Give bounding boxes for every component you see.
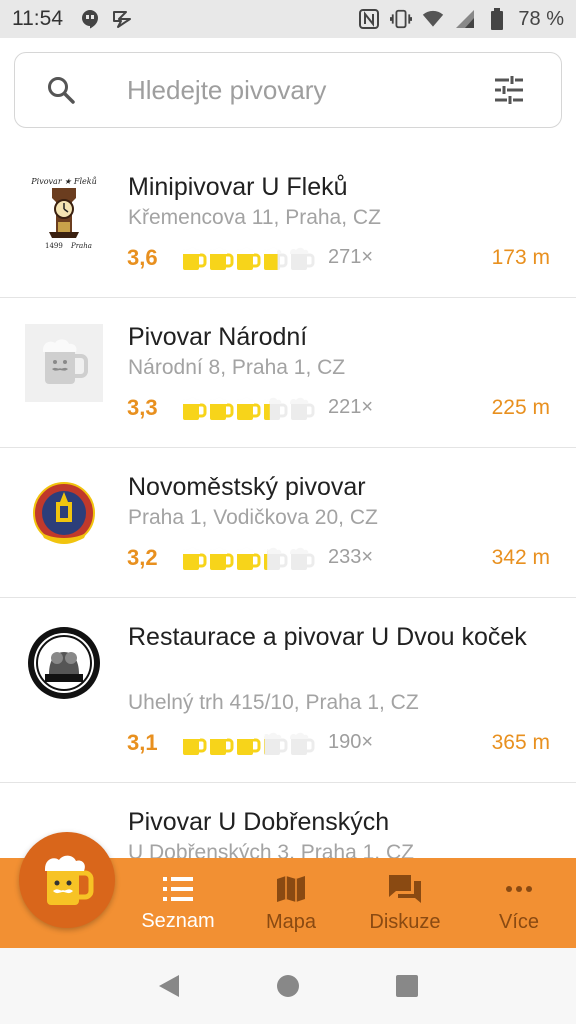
battery-icon — [486, 8, 508, 30]
nfc-icon — [358, 8, 380, 30]
brewery-name: Pivovar Národní — [128, 323, 308, 351]
system-navigation-bar — [0, 948, 576, 1024]
recents-icon[interactable] — [387, 966, 427, 1006]
list-icon — [163, 876, 193, 901]
svg-text:Praha: Praha — [70, 242, 92, 250]
brewery-name: Novoměstský pivovar — [128, 473, 366, 501]
beer-mug-rating-icon — [290, 732, 315, 755]
rating-count: 190× — [328, 731, 374, 753]
nav-label-vice: Více — [498, 910, 540, 933]
brewery-name: Minipivovar U Fleků — [128, 173, 348, 201]
notification-app-icon — [111, 8, 133, 30]
rating-mugs — [181, 246, 315, 272]
brewery-list: Pivovar ★ Fleků 1499 Praha Minipivovar U… — [0, 148, 576, 858]
beer-mug-rating-icon — [182, 547, 207, 570]
brewery-address: U Dobřenských 3, Praha 1, CZ — [128, 841, 414, 858]
status-bar: 11:54 78 % — [0, 0, 576, 38]
rating-value: 3,1 — [127, 730, 158, 755]
beer-mug-rating-icon — [263, 732, 288, 755]
nav-tab-diskuze[interactable]: Diskuze — [355, 858, 455, 948]
beer-mug-rating-icon — [263, 547, 288, 570]
list-item[interactable]: Restaurace a pivovar U Dvou koček Uhelný… — [0, 598, 576, 783]
beer-mug-rating-icon — [236, 732, 261, 755]
wifi-icon — [422, 8, 444, 30]
beer-mug-rating-icon — [290, 547, 315, 570]
beer-mug-rating-icon — [263, 397, 288, 420]
vibrate-icon — [390, 8, 413, 30]
brewery-address: Praha 1, Vodičkova 20, CZ — [128, 506, 378, 529]
chat-icon — [389, 874, 421, 903]
beer-mug-rating-icon — [290, 397, 315, 420]
beer-mug-rating-icon — [236, 247, 261, 270]
rating-count: 221× — [328, 396, 374, 418]
rating-value: 3,2 — [127, 545, 158, 570]
svg-text:Pivovar ★ Fleků: Pivovar ★ Fleků — [30, 177, 97, 186]
filter-sliders-icon[interactable] — [487, 68, 531, 112]
distance: 225 m — [491, 396, 550, 419]
brewery-logo-placeholder — [25, 324, 103, 402]
beer-mug-rating-icon — [182, 732, 207, 755]
beer-mug-rating-icon — [209, 247, 234, 270]
map-icon — [277, 875, 305, 902]
beer-mug-rating-icon — [236, 547, 261, 570]
rating-count: 271× — [328, 246, 374, 268]
beer-mug-rating-icon — [263, 247, 288, 270]
signal-icon — [454, 8, 476, 30]
rating-value: 3,3 — [127, 395, 158, 420]
distance: 342 m — [491, 546, 550, 569]
rating-mugs — [181, 731, 315, 757]
distance: 173 m — [491, 246, 550, 269]
beer-mug-rating-icon — [182, 247, 207, 270]
brewery-name: Pivovar U Dobřenských — [128, 808, 390, 836]
nav-label-seznam: Seznam — [141, 909, 215, 932]
beer-mug-rating-icon — [290, 247, 315, 270]
list-item[interactable]: Novoměstský pivovar Praha 1, Vodičkova 2… — [0, 448, 576, 598]
nav-label-diskuze: Diskuze — [369, 910, 441, 933]
more-icon — [506, 885, 532, 892]
nav-tab-seznam[interactable]: Seznam — [128, 858, 228, 948]
brewery-name: Restaurace a pivovar U Dvou koček — [128, 623, 527, 651]
rating-mugs — [181, 396, 315, 422]
brewery-address: Uhelný trh 415/10, Praha 1, CZ — [128, 691, 419, 714]
beer-mug-icon — [45, 855, 94, 905]
battery-percent: 78 % — [518, 7, 564, 30]
status-time: 11:54 — [12, 7, 63, 30]
beer-mug-rating-icon — [209, 397, 234, 420]
search-icon[interactable] — [41, 70, 81, 110]
distance: 365 m — [491, 731, 550, 754]
list-item[interactable]: Pivovar Národní Národní 8, Praha 1, CZ 3… — [0, 298, 576, 448]
beer-mug-rating-icon — [209, 732, 234, 755]
brewery-logo — [25, 474, 103, 552]
list-item[interactable]: Pivovar ★ Fleků 1499 Praha Minipivovar U… — [0, 148, 576, 298]
nav-label-mapa: Mapa — [265, 910, 317, 933]
nav-tab-vice[interactable]: Více — [469, 858, 569, 948]
back-icon[interactable] — [149, 966, 189, 1006]
brewery-address: Národní 8, Praha 1, CZ — [128, 356, 346, 379]
search-input[interactable] — [127, 74, 457, 106]
beer-mug-rating-icon — [209, 547, 234, 570]
hangouts-icon — [79, 8, 101, 30]
svg-text:1499: 1499 — [45, 242, 63, 250]
home-icon[interactable] — [268, 966, 308, 1006]
rating-count: 233× — [328, 546, 374, 568]
rating-mugs — [181, 546, 315, 572]
nav-tab-mapa[interactable]: Mapa — [241, 858, 341, 948]
beer-mug-fab[interactable] — [19, 832, 115, 928]
beer-mug-rating-icon — [236, 397, 261, 420]
rating-value: 3,6 — [127, 245, 158, 270]
brewery-logo: Pivovar ★ Fleků 1499 Praha — [25, 174, 103, 252]
beer-mug-rating-icon — [182, 397, 207, 420]
brewery-address: Křemencova 11, Praha, CZ — [128, 206, 381, 229]
search-bar[interactable] — [14, 52, 562, 128]
brewery-logo — [25, 624, 103, 702]
